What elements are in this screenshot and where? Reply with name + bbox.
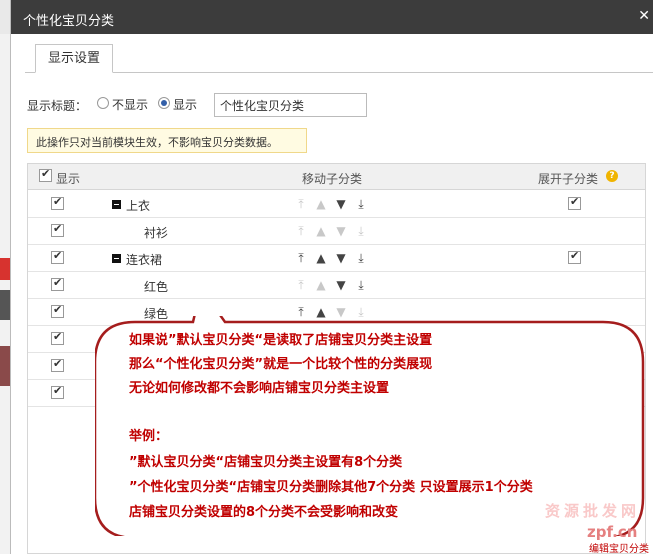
move-top-icon[interactable]: ⤒ xyxy=(294,223,308,239)
annotation-line: 那么“个性化宝贝分类”就是一个比较个性的分类展现 xyxy=(129,357,433,372)
move-arrows: ⤒ ▲ ▼ ⤓ xyxy=(294,223,374,239)
watermark-text: 资源批发网 xyxy=(545,502,641,520)
show-checkbox[interactable] xyxy=(51,330,64,345)
table-row: 衬衫 ⤒ ▲ ▼ ⤓ xyxy=(28,218,645,245)
header-move: 移动子分类 xyxy=(302,172,363,186)
move-up-icon[interactable]: ▲ xyxy=(314,196,328,212)
expand-checkbox[interactable] xyxy=(568,249,581,264)
header-show: 显示 xyxy=(56,172,81,186)
close-icon[interactable]: ✕ xyxy=(638,8,650,24)
show-checkbox[interactable] xyxy=(51,249,64,264)
watermark-domain: zpf.cn xyxy=(587,523,638,541)
annotation-line: 无论如何修改都不会影响店铺宝贝分类主设置 xyxy=(129,381,390,396)
move-down-icon[interactable]: ▼ xyxy=(334,196,348,212)
show-checkbox[interactable] xyxy=(51,195,64,210)
show-checkbox[interactable] xyxy=(51,303,64,318)
move-bottom-icon[interactable]: ⤓ xyxy=(354,196,368,212)
move-bottom-icon[interactable]: ⤓ xyxy=(354,277,368,293)
background-banner xyxy=(0,258,10,280)
tab-bar xyxy=(25,72,653,73)
move-down-icon[interactable]: ▼ xyxy=(334,250,348,266)
move-arrows: ⤒ ▲ ▼ ⤓ xyxy=(294,250,374,266)
category-name: 衬衫 xyxy=(144,226,169,240)
show-checkbox[interactable] xyxy=(51,384,64,399)
show-checkbox[interactable] xyxy=(51,357,64,372)
move-up-icon[interactable]: ▲ xyxy=(314,223,328,239)
radio-hide-title[interactable] xyxy=(97,97,109,109)
show-checkbox[interactable] xyxy=(51,222,64,237)
move-bottom-icon[interactable]: ⤓ xyxy=(354,250,368,266)
watermark-caption: 编辑宝贝分类 xyxy=(589,544,649,554)
background-image xyxy=(0,290,10,320)
move-top-icon[interactable]: ⤒ xyxy=(294,196,308,212)
show-checkbox[interactable] xyxy=(51,276,64,291)
expand-checkbox[interactable] xyxy=(568,195,581,210)
move-down-icon[interactable]: ▼ xyxy=(334,277,348,293)
background-image xyxy=(0,346,10,386)
annotation-line: 店铺宝贝分类设置的8个分类不会受影响和改变 xyxy=(129,505,399,520)
table-header: 显示 移动子分类 展开子分类 ? xyxy=(28,164,645,190)
header-expand: 展开子分类 xyxy=(538,172,599,186)
move-top-icon[interactable]: ⤒ xyxy=(294,277,308,293)
move-down-icon[interactable]: ▼ xyxy=(334,223,348,239)
collapse-icon[interactable] xyxy=(112,200,121,209)
table-row: 红色 ⤒ ▲ ▼ ⤓ xyxy=(28,272,645,299)
collapse-icon[interactable] xyxy=(112,254,121,263)
radio-show-title[interactable] xyxy=(158,97,170,109)
move-arrows: ⤒ ▲ ▼ ⤓ xyxy=(294,277,374,293)
notice-message: 此操作只对当前模块生效，不影响宝贝分类数据。 xyxy=(27,128,307,153)
table-row: 上衣 ⤒ ▲ ▼ ⤓ xyxy=(28,191,645,218)
table-row: 连衣裙 ⤒ ▲ ▼ ⤓ xyxy=(28,245,645,272)
category-name: 红色 xyxy=(144,280,169,294)
category-name: 连衣裙 xyxy=(126,253,163,267)
annotation-line: 举例： xyxy=(129,429,169,444)
tab-display-settings[interactable]: 显示设置 xyxy=(35,44,113,73)
help-icon[interactable]: ? xyxy=(606,170,618,182)
move-bottom-icon[interactable]: ⤓ xyxy=(354,223,368,239)
title-input[interactable] xyxy=(214,93,367,117)
radio-hide-title-label[interactable]: 不显示 xyxy=(112,96,148,113)
category-name: 上衣 xyxy=(126,199,151,213)
dialog-titlebar: 个性化宝贝分类 ✕ xyxy=(11,0,653,34)
display-title-label: 显示标题： xyxy=(27,99,88,113)
move-up-icon[interactable]: ▲ xyxy=(314,277,328,293)
annotation-line: ”个性化宝贝分类“店铺宝贝分类删除其他7个分类 只设置展示1个分类 xyxy=(129,480,533,495)
move-arrows: ⤒ ▲ ▼ ⤓ xyxy=(294,196,374,212)
annotation-line: ”默认宝贝分类“店铺宝贝分类主设置有8个分类 xyxy=(129,455,403,470)
radio-show-title-label[interactable]: 显示 xyxy=(173,96,197,113)
annotation-line: 如果说”默认宝贝分类“是读取了店铺宝贝分类主设置 xyxy=(129,333,433,348)
move-up-icon[interactable]: ▲ xyxy=(314,250,328,266)
move-top-icon[interactable]: ⤒ xyxy=(294,250,308,266)
select-all-checkbox[interactable] xyxy=(39,167,52,182)
category-dialog: 个性化宝贝分类 ✕ 显示设置 显示标题： 不显示 显示 此操作只对当前模块生效，… xyxy=(10,0,653,554)
dialog-title: 个性化宝贝分类 xyxy=(23,14,115,29)
